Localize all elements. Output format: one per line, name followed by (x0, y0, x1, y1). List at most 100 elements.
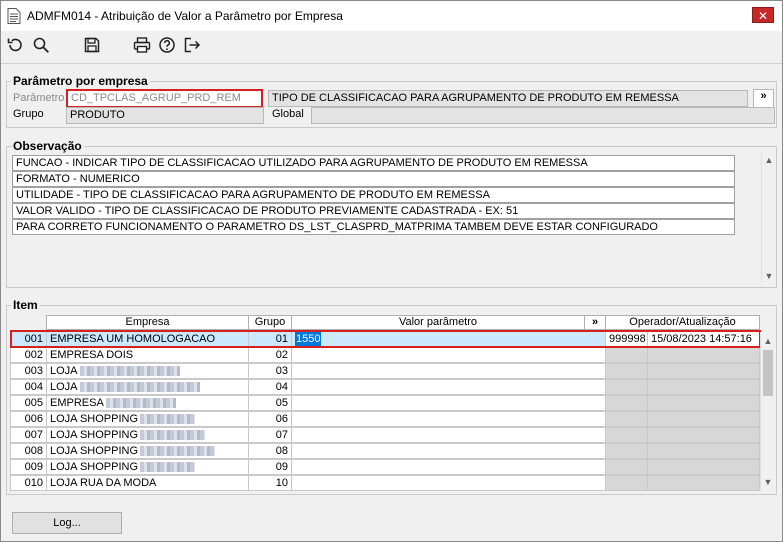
cell-valor[interactable] (291, 427, 606, 443)
cell-empresa-text: LOJA SHOPPING (50, 413, 139, 425)
search-icon[interactable] (31, 35, 51, 55)
table-row[interactable]: 010 LOJA RUA DA MODA 10 (10, 475, 760, 491)
cell-atualizacao (647, 363, 760, 379)
header-operador[interactable]: Operador/Atualização (605, 315, 760, 330)
parametro-label: Parâmetro (13, 92, 65, 104)
cell-grupo: 03 (248, 363, 292, 379)
scroll-thumb[interactable] (763, 350, 773, 396)
cell-grupo: 08 (248, 443, 292, 459)
cell-grupo-text: 02 (275, 349, 288, 361)
scroll-up-icon[interactable]: ▲ (762, 153, 776, 167)
item-legend: Item (11, 298, 40, 312)
scroll-down-icon[interactable]: ▼ (761, 475, 775, 489)
table-row[interactable]: 001 EMPRESA UM HOMOLOGACAO 01 1550 999998 15/… (10, 331, 760, 347)
cell-grupo-text: 01 (275, 333, 288, 345)
cell-empresa-text: EMPRESA UM HOMOLOGACAO (50, 333, 216, 345)
cell-atualizacao: 15/08/2023 14:57:16 (647, 331, 760, 347)
cell-atualizacao (647, 347, 760, 363)
redacted-text (140, 462, 196, 473)
grupo-value: PRODUTO (66, 107, 264, 124)
cell-code-text: 005 (24, 397, 43, 409)
cell-code: 007 (10, 427, 47, 443)
cell-grupo: 02 (248, 347, 292, 363)
exit-icon[interactable] (182, 35, 202, 55)
cell-code: 006 (10, 411, 47, 427)
cell-empresa: LOJA RUA DA MODA (46, 475, 249, 491)
header-empresa[interactable]: Empresa (46, 315, 249, 330)
cell-grupo-text: 03 (275, 365, 288, 377)
cell-atualizacao (647, 459, 760, 475)
table-row[interactable]: 008 LOJA SHOPPING 08 (10, 443, 760, 459)
cell-atualizacao (647, 475, 760, 491)
cell-code: 004 (10, 379, 47, 395)
print-icon[interactable] (132, 35, 152, 55)
cell-code: 002 (10, 347, 47, 363)
table-row[interactable]: 007 LOJA SHOPPING 07 (10, 427, 760, 443)
cell-operador (605, 427, 648, 443)
cell-operador (605, 475, 648, 491)
observacao-line: FORMATO - NUMERICO (12, 171, 735, 187)
cell-valor[interactable] (291, 379, 606, 395)
log-button[interactable]: Log... (12, 512, 122, 534)
cell-valor-text: 1550 (295, 332, 322, 346)
parametro-legend: Parâmetro por empresa (11, 74, 150, 88)
cell-valor[interactable] (291, 395, 606, 411)
cell-empresa: EMPRESA UM HOMOLOGACAO (46, 331, 249, 347)
cell-empresa-text: LOJA RUA DA MODA (50, 477, 157, 489)
redacted-text (140, 446, 216, 457)
save-icon[interactable] (82, 35, 102, 55)
main-window: ADMFM014 - Atribuição de Valor a Parâmet… (0, 0, 783, 542)
cell-valor[interactable] (291, 411, 606, 427)
parametro-expand-button[interactable]: » (753, 89, 774, 108)
cell-empresa: LOJA SHOPPING (46, 443, 249, 459)
cell-valor[interactable] (291, 459, 606, 475)
cell-empresa: LOJA SHOPPING (46, 411, 249, 427)
cell-grupo: 01 (248, 331, 292, 347)
cell-valor[interactable] (291, 443, 606, 459)
scroll-down-icon[interactable]: ▼ (762, 269, 776, 283)
cell-code: 001 (10, 331, 47, 347)
undo-icon[interactable] (5, 35, 25, 55)
table-row[interactable]: 006 LOJA SHOPPING 06 (10, 411, 760, 427)
header-expand-button[interactable]: » (584, 315, 606, 330)
cell-grupo-text: 06 (275, 413, 288, 425)
table-row[interactable]: 003 LOJA 03 (10, 363, 760, 379)
help-icon[interactable] (157, 35, 177, 55)
cell-code-text: 009 (24, 461, 43, 473)
cell-grupo: 09 (248, 459, 292, 475)
cell-code-text: 010 (24, 477, 43, 489)
redacted-text (79, 366, 180, 377)
cell-atualizacao (647, 379, 760, 395)
redacted-text (105, 398, 176, 409)
cell-valor[interactable]: 1550 (291, 331, 606, 347)
cell-grupo: 07 (248, 427, 292, 443)
cell-code: 005 (10, 395, 47, 411)
cell-empresa-text: LOJA (50, 365, 78, 377)
cell-valor[interactable] (291, 475, 606, 491)
cell-valor[interactable] (291, 347, 606, 363)
cell-empresa: LOJA SHOPPING (46, 459, 249, 475)
cell-operador-text: 999998 (609, 333, 646, 345)
cell-grupo: 10 (248, 475, 292, 491)
header-valor[interactable]: Valor parâmetro (291, 315, 585, 330)
cell-code-text: 002 (24, 349, 43, 361)
table-row[interactable]: 004 LOJA 04 (10, 379, 760, 395)
parametro-input[interactable]: CD_TPCLAS_AGRUP_PRD_REM (66, 89, 263, 108)
cell-atualizacao (647, 411, 760, 427)
cell-operador (605, 363, 648, 379)
table-row[interactable]: 002 EMPRESA DOIS 02 (10, 347, 760, 363)
item-scrollbar[interactable]: ▲ ▼ (760, 332, 774, 491)
close-button[interactable]: ✕ (752, 7, 774, 23)
table-row[interactable]: 009 LOJA SHOPPING 09 (10, 459, 760, 475)
observacao-line: VALOR VALIDO - TIPO DE CLASSIFICACAO DE … (12, 203, 735, 219)
scroll-up-icon[interactable]: ▲ (761, 334, 775, 348)
header-grupo[interactable]: Grupo (248, 315, 292, 330)
observacao-scrollbar[interactable]: ▲ ▼ (761, 153, 775, 283)
toolbar-separator (1, 63, 782, 64)
title-bar: ADMFM014 - Atribuição de Valor a Parâmet… (1, 1, 782, 31)
cell-code-text: 001 (24, 333, 43, 345)
grupo-label: Grupo (13, 108, 44, 120)
cell-empresa-text: EMPRESA (50, 397, 104, 409)
table-row[interactable]: 005 EMPRESA 05 (10, 395, 760, 411)
cell-valor[interactable] (291, 363, 606, 379)
